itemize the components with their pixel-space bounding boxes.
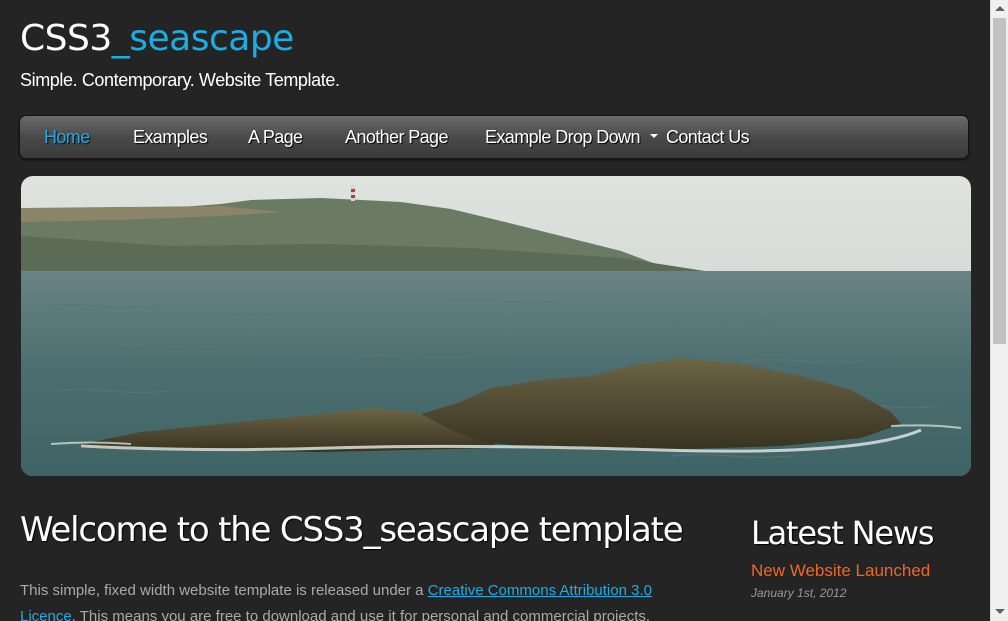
seascape-photo xyxy=(21,176,971,476)
news-date: January 1st, 2012 xyxy=(751,586,847,600)
logo-text-accent: _seascape xyxy=(111,18,295,59)
site-logo[interactable]: CSS3_seascape xyxy=(20,18,294,59)
page-title: Welcome to the CSS3_seascape template xyxy=(20,510,684,550)
intro-paragraph: This simple, fixed width website templat… xyxy=(20,578,700,621)
scroll-down-icon[interactable] xyxy=(995,609,1005,614)
main-menu: Home Examples A Page Another Page Exampl… xyxy=(19,115,969,159)
intro-text-end: . This means you are free to download an… xyxy=(71,608,651,621)
logo-text-primary: CSS3 xyxy=(20,18,112,59)
banner-image xyxy=(21,176,971,476)
intro-text: This simple, fixed width website templat… xyxy=(20,582,428,599)
site-slogan: Simple. Contemporary. Website Template. xyxy=(20,70,340,90)
menu-item-home[interactable]: Home xyxy=(44,116,90,158)
menu-item-another-page[interactable]: Another Page xyxy=(345,116,448,158)
vertical-scrollbar[interactable] xyxy=(990,0,1008,621)
menu-item-example-drop-down[interactable]: Example Drop Down xyxy=(485,116,658,158)
scrollbar-thumb[interactable] xyxy=(993,18,1006,344)
menu-item-contact-us[interactable]: Contact Us xyxy=(666,116,750,158)
news-headline-link[interactable]: New Website Launched xyxy=(751,561,930,581)
content-area: CSS3_seascape Simple. Contemporary. Webs… xyxy=(0,0,990,621)
page: CSS3_seascape Simple. Contemporary. Webs… xyxy=(0,0,1008,621)
scroll-up-icon[interactable] xyxy=(995,6,1005,11)
menu-item-label: Example Drop Down xyxy=(485,127,640,147)
menu-item-a-page[interactable]: A Page xyxy=(248,116,303,158)
sidebar-title: Latest News xyxy=(751,514,935,552)
caret-down-icon xyxy=(649,134,658,139)
menu-item-examples[interactable]: Examples xyxy=(133,116,208,158)
